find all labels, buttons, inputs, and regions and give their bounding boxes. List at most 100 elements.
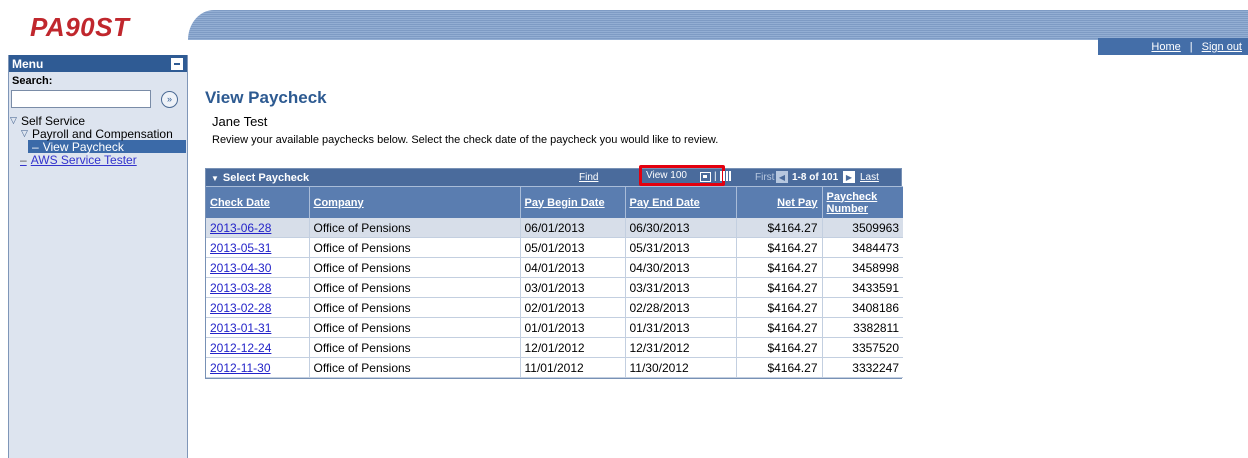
column-header-pay-end-date[interactable]: Pay End Date <box>625 186 737 218</box>
toolbar-separator: | <box>714 171 717 182</box>
expanded-triangle-icon: ▽ <box>21 128 28 138</box>
table-row: 2013-06-28 Office of Pensions 06/01/2013 06… <box>206 218 903 238</box>
paycheck-number-cell: 3484473 <box>822 237 903 258</box>
company-cell: Office of Pensions <box>309 218 521 238</box>
check-date-cell: 2012-11-30 <box>206 357 310 378</box>
first-link: First <box>755 172 775 183</box>
check-date-link[interactable]: 2013-02-28 <box>210 301 271 315</box>
paycheck-number-cell: 3357520 <box>822 337 903 358</box>
check-date-link[interactable]: 2013-03-28 <box>210 281 271 295</box>
last-link[interactable]: Last <box>860 172 879 183</box>
tree-item-self-service[interactable]: ▽ Self Service <box>9 114 187 128</box>
company-cell: Office of Pensions <box>309 257 521 278</box>
search-label: Search: <box>12 75 53 87</box>
employee-name: Jane Test <box>212 114 268 129</box>
pay-begin-date-cell: 06/01/2013 <box>520 218 626 238</box>
expanded-triangle-icon: ▽ <box>10 115 17 125</box>
paycheck-number-cell: 3332247 <box>822 357 903 378</box>
column-header-net-pay[interactable]: Net Pay <box>736 186 823 218</box>
home-link[interactable]: Home <box>1151 41 1180 53</box>
check-date-cell: 2013-06-28 <box>206 218 310 238</box>
next-arrow-icon[interactable]: ▶ <box>843 171 855 183</box>
table-row: 2013-02-28 Office of Pensions 02/01/2013 02… <box>206 297 903 318</box>
check-date-link[interactable]: 2013-06-28 <box>210 221 271 235</box>
tree-item-aws-service-tester[interactable]: – AWS Service Tester <box>9 153 187 167</box>
grid-view-icon[interactable] <box>720 171 731 181</box>
check-date-link[interactable]: 2012-11-30 <box>210 361 271 375</box>
search-go-icon[interactable]: » <box>161 90 178 108</box>
column-header-paycheck-number[interactable]: Paycheck Number <box>822 186 903 218</box>
download-icon[interactable] <box>700 172 711 182</box>
net-pay-cell: $4164.27 <box>736 277 823 298</box>
company-cell: Office of Pensions <box>309 297 521 318</box>
company-cell: Office of Pensions <box>309 237 521 258</box>
menu-title: Menu <box>12 56 44 71</box>
check-date-link[interactable]: 2012-12-24 <box>210 341 271 355</box>
pay-end-date-cell: 12/31/2012 <box>625 337 737 358</box>
row-count: 1-8 of 101 <box>792 172 839 183</box>
net-pay-cell: $4164.27 <box>736 297 823 318</box>
grid-caption[interactable]: ▼ Select Paycheck <box>206 172 309 184</box>
search-row: » <box>11 90 187 108</box>
pay-end-date-cell: 03/31/2013 <box>625 277 737 298</box>
check-date-cell: 2013-03-28 <box>206 277 310 298</box>
paycheck-grid: ▼ Select Paycheck Find View 100 | First ◀… <box>205 165 903 379</box>
table-header-row: Check Date Company Pay Begin Date Pay En… <box>206 186 903 218</box>
page-title: View Paycheck <box>205 88 327 107</box>
collapse-icon[interactable] <box>171 57 183 70</box>
find-link[interactable]: Find <box>579 172 598 183</box>
tree-item-payroll[interactable]: ▽ Payroll and Compensation <box>9 127 187 141</box>
net-pay-cell: $4164.27 <box>736 317 823 338</box>
instructions-text: Review your available paychecks below. S… <box>212 134 719 146</box>
paycheck-number-cell: 3433591 <box>822 277 903 298</box>
app-logo: PA90ST <box>30 12 130 42</box>
table-row: 2013-01-31 Office of Pensions 01/01/2013 01… <box>206 317 903 338</box>
collapse-arrow-icon: ▼ <box>211 173 219 183</box>
header-banner <box>188 10 1248 40</box>
previous-arrow-icon: ◀ <box>776 171 788 183</box>
pay-end-date-cell: 04/30/2013 <box>625 257 737 278</box>
sidebar-menu: Menu Search: » ▽ Self Service ▽ Payroll … <box>8 55 188 458</box>
company-cell: Office of Pensions <box>309 337 521 358</box>
tree-item-label: View Paycheck <box>42 139 124 154</box>
paycheck-number-cell: 3382811 <box>822 317 903 338</box>
check-date-link[interactable]: 2013-01-31 <box>210 321 271 335</box>
check-date-link[interactable]: 2013-05-31 <box>210 241 271 255</box>
pay-begin-date-cell: 12/01/2012 <box>520 337 626 358</box>
grid-toolbar: ▼ Select Paycheck Find View 100 | First ◀… <box>206 165 901 186</box>
view-100-link[interactable]: View 100 <box>639 165 725 186</box>
pay-end-date-cell: 02/28/2013 <box>625 297 737 318</box>
check-date-cell: 2013-01-31 <box>206 317 310 338</box>
company-cell: Office of Pensions <box>309 357 521 378</box>
link-separator: | <box>1189 40 1193 53</box>
check-date-link[interactable]: 2013-04-30 <box>210 261 271 275</box>
pay-end-date-cell: 06/30/2013 <box>625 218 737 238</box>
header-links: Home | Sign out <box>1098 38 1248 55</box>
table-row: 2013-04-30 Office of Pensions 04/01/2013 04… <box>206 257 903 278</box>
column-header-pay-begin-date[interactable]: Pay Begin Date <box>520 186 626 218</box>
table-row: 2013-05-31 Office of Pensions 05/01/2013 05… <box>206 237 903 258</box>
paycheck-number-cell: 3408186 <box>822 297 903 318</box>
pay-begin-date-cell: 01/01/2013 <box>520 317 626 338</box>
net-pay-cell: $4164.27 <box>736 357 823 378</box>
pay-begin-date-cell: 04/01/2013 <box>520 257 626 278</box>
check-date-cell: 2013-02-28 <box>206 297 310 318</box>
check-date-cell: 2013-04-30 <box>206 257 310 278</box>
company-cell: Office of Pensions <box>309 277 521 298</box>
table-row: 2012-12-24 Office of Pensions 12/01/2012 12… <box>206 337 903 358</box>
pay-begin-date-cell: 02/01/2013 <box>520 297 626 318</box>
paycheck-table: Check Date Company Pay Begin Date Pay En… <box>206 186 903 378</box>
table-row: 2012-11-30 Office of Pensions 11/01/2012 11… <box>206 357 903 378</box>
column-header-company[interactable]: Company <box>309 186 521 218</box>
net-pay-cell: $4164.27 <box>736 218 823 238</box>
net-pay-cell: $4164.27 <box>736 237 823 258</box>
net-pay-cell: $4164.27 <box>736 337 823 358</box>
tree-dash-icon: – <box>32 139 39 154</box>
net-pay-cell: $4164.27 <box>736 257 823 278</box>
company-cell: Office of Pensions <box>309 317 521 338</box>
search-input[interactable] <box>11 90 151 108</box>
sign-out-link[interactable]: Sign out <box>1202 41 1242 53</box>
column-header-check-date[interactable]: Check Date <box>206 186 310 218</box>
check-date-cell: 2012-12-24 <box>206 337 310 358</box>
tree-item-view-paycheck[interactable]: – View Paycheck <box>28 139 186 154</box>
